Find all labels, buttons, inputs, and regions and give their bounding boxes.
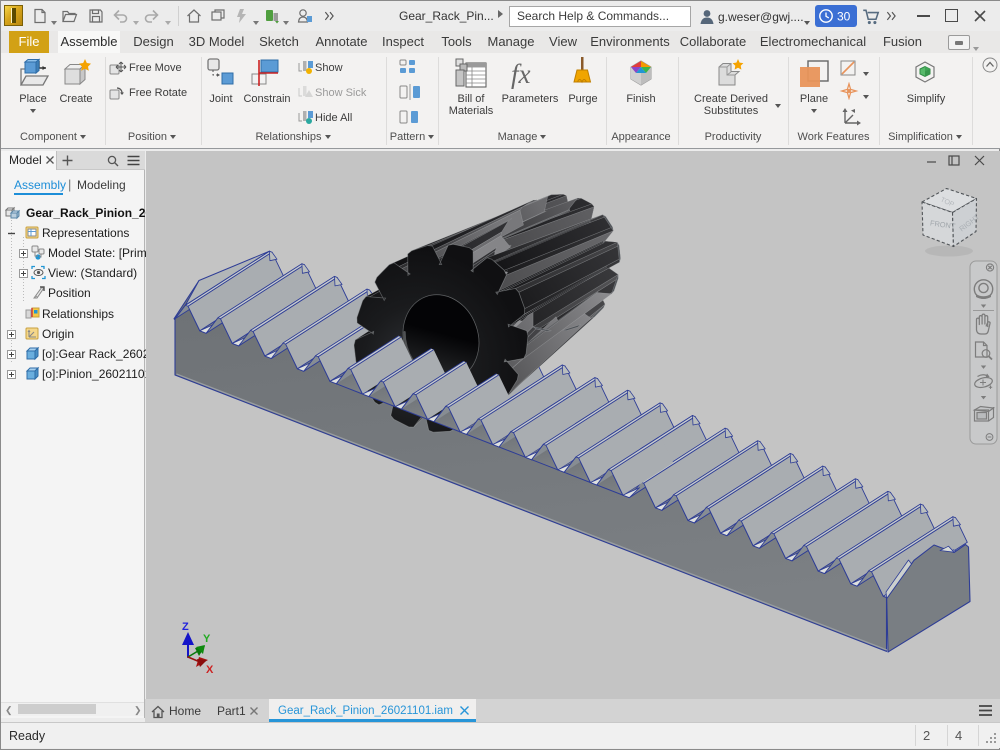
svg-text:Y: Y	[203, 633, 211, 645]
svg-text:X: X	[206, 664, 214, 676]
svg-text:30: 30	[837, 10, 851, 24]
svg-text:Z: Z	[182, 621, 189, 633]
